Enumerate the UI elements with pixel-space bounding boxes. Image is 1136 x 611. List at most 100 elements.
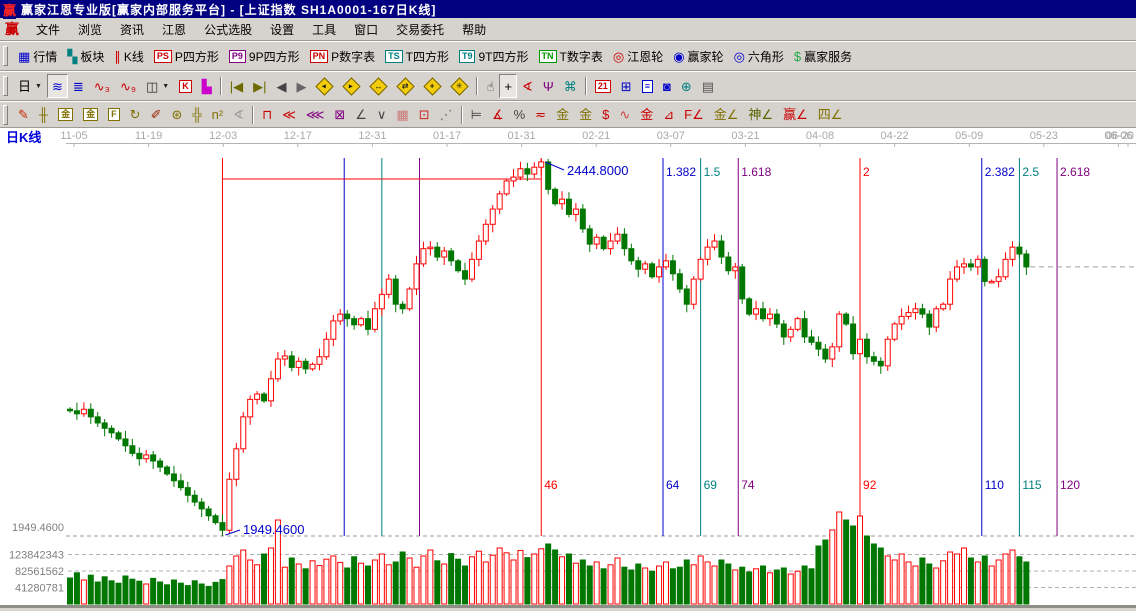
fibonacci-f-tool-icon: F [108, 108, 120, 121]
n-square-tool[interactable]: n² [207, 103, 229, 127]
circle-grid-tool[interactable]: ⊛ [166, 103, 187, 127]
p9-square-button[interactable]: P99P四方形 [224, 44, 305, 68]
kline-button[interactable]: ∥K线 [109, 44, 149, 68]
price-scale-tool[interactable]: ⊨ [466, 103, 487, 127]
menu-item-7[interactable]: 窗口 [345, 19, 387, 40]
candle-style-selector[interactable]: ◫▼ [141, 74, 174, 98]
gann-count-label: 92 [863, 478, 877, 492]
pencil-tool[interactable]: ✎ [13, 103, 34, 127]
angle-measure-tool[interactable]: ∢ [517, 74, 538, 98]
mdi-system-menu-icon[interactable]: 赢 [5, 19, 19, 39]
box-arrow-tool[interactable]: ⊡ [414, 103, 435, 127]
fan-angle-tool[interactable]: ∢ [228, 103, 249, 127]
gann-fan-purple-tool[interactable]: ⋘ [301, 103, 330, 127]
gold-section2-tool[interactable]: 金 [78, 103, 103, 127]
menu-item-3[interactable]: 江恩 [153, 19, 195, 40]
calendar-button[interactable]: 21 [590, 74, 616, 98]
grid-box-tool[interactable]: ▦ [391, 103, 413, 127]
p-square-button[interactable]: PSP四方形 [149, 44, 224, 68]
clamp-tool[interactable]: Ψ [538, 74, 559, 98]
chart-area[interactable]: 11-0511-1912-0312-1712-3101-1701-3102-21… [0, 128, 1136, 608]
menu-item-8[interactable]: 交易委托 [387, 19, 453, 40]
gold-line-tool[interactable]: 金 [574, 103, 597, 127]
dense-grid-tool[interactable]: ╬ [187, 103, 206, 127]
pattern-tool[interactable]: ⌘ [559, 74, 582, 98]
fibonacci-f-tool[interactable]: F [103, 103, 125, 127]
win-angle-tool[interactable]: 赢∠ [778, 103, 813, 127]
last-page-button[interactable]: ▶| [248, 74, 271, 98]
menu-item-5[interactable]: 设置 [261, 19, 303, 40]
menu-item-9[interactable]: 帮助 [453, 19, 495, 40]
vertical-grid-tool[interactable]: ╫ [34, 103, 53, 127]
kline-mode-toggle[interactable]: K [174, 74, 197, 98]
angle-line-tool[interactable]: ∠ [350, 103, 372, 127]
gold-angle-tool[interactable]: 金∠ [709, 103, 744, 127]
period-day-selector[interactable]: 日▼ [13, 74, 47, 98]
gold-lines-red-tool[interactable]: 金 [635, 103, 658, 127]
crosshair-tool-icon: + [504, 80, 512, 93]
hexagon-button[interactable]: ◎六角形 [729, 44, 789, 68]
pan-hand-tool[interactable]: ☝ [481, 74, 499, 98]
toolbar-handle[interactable] [3, 76, 8, 96]
blocks-button[interactable]: ▚板块 [62, 44, 109, 68]
p-number-button[interactable]: PNP数字表 [305, 44, 381, 68]
compress-horizontal-button[interactable]: ⇄ [392, 74, 419, 98]
menu-item-0[interactable]: 文件 [27, 19, 69, 40]
four-angle-tool[interactable]: 四∠ [813, 103, 848, 127]
angle-j-tool[interactable]: ⊿ [658, 103, 679, 127]
wave9-indicator-button[interactable]: ∿₉ [115, 74, 141, 98]
print-button[interactable]: ▤ [697, 74, 719, 98]
percent-angle-tool[interactable]: ∡ [487, 103, 509, 127]
gold-section-tool[interactable]: 金 [53, 103, 78, 127]
box-measure-tool[interactable]: ⊓ [257, 103, 277, 127]
kline-chart[interactable]: 11-0511-1912-0312-1712-3101-1701-3102-21… [0, 128, 1136, 608]
menu-item-1[interactable]: 浏览 [69, 19, 111, 40]
gann-time-lines[interactable]: 461.382641.5691.618742922.3821102.51152.… [222, 158, 1090, 536]
t-square-button[interactable]: TST四方形 [380, 44, 454, 68]
gann-box-tool[interactable]: ⊠ [329, 103, 350, 127]
wave3-indicator-button[interactable]: ∿₃ [89, 74, 115, 98]
percent-lines-tool[interactable]: ≂ [530, 103, 551, 127]
percent-tool[interactable]: % [509, 103, 531, 127]
calculator-button[interactable]: ⊞ [616, 74, 637, 98]
info-panel-toggle[interactable]: ≣ [68, 74, 89, 98]
first-page-button[interactable]: |◀ [225, 74, 248, 98]
shift-right-button[interactable]: ▸ [338, 74, 365, 98]
zoom-in-button[interactable]: + [419, 74, 446, 98]
zoom-out-button[interactable]: ✳ [446, 74, 473, 98]
annotate-pencil-tool[interactable]: ✐ [146, 103, 167, 127]
quotes-button[interactable]: ▦行情 [13, 44, 62, 68]
crosshair-tool[interactable]: + [499, 74, 517, 98]
parallel-lines-tool[interactable]: ⋰ [435, 103, 458, 127]
spiral-tool[interactable]: ↻ [125, 103, 146, 127]
network-button[interactable]: ⊕ [676, 74, 697, 98]
step-back-button-icon: ◀ [276, 80, 286, 93]
check-line-tool[interactable]: ∨ [372, 103, 392, 127]
gold-circle-tool[interactable]: 金 [551, 103, 574, 127]
t9-square-button[interactable]: T99T四方形 [454, 44, 534, 68]
menu-item-2[interactable]: 资讯 [111, 19, 153, 40]
winner-wheel-button[interactable]: ◉赢家轮 [668, 44, 728, 68]
toolbar-handle[interactable] [3, 105, 8, 125]
t-number-button[interactable]: TNT数字表 [534, 44, 608, 68]
shift-left-button[interactable]: ◂ [311, 74, 338, 98]
gann-fan-red-tool-icon: ≪ [282, 108, 296, 121]
memo-button[interactable]: ≡ [637, 74, 658, 98]
menu-item-4[interactable]: 公式选股 [195, 19, 261, 40]
step-back-button[interactable]: ◀ [271, 74, 291, 98]
service-button[interactable]: $赢家服务 [789, 44, 857, 68]
toolbar-handle[interactable] [3, 46, 8, 66]
gann-fan-red-tool[interactable]: ≪ [277, 103, 301, 127]
money-pencil-tool[interactable]: $ [597, 103, 614, 127]
save-button[interactable]: ◙ [658, 74, 676, 98]
shen-angle-tool[interactable]: 神∠ [743, 103, 778, 127]
expand-horizontal-button[interactable]: ↔ [365, 74, 392, 98]
volume-style-toggle[interactable]: ▙ [197, 74, 217, 98]
wave-tool[interactable]: ∿ [614, 103, 635, 127]
wave-overlay-toggle[interactable]: ≋ [47, 74, 68, 98]
gann-wheel-button[interactable]: ◎江恩轮 [608, 44, 668, 68]
menu-item-6[interactable]: 工具 [303, 19, 345, 40]
volume-bars[interactable] [68, 512, 1029, 604]
step-forward-button[interactable]: ▶ [291, 74, 311, 98]
f-angle-tool[interactable]: F∠ [679, 103, 709, 127]
